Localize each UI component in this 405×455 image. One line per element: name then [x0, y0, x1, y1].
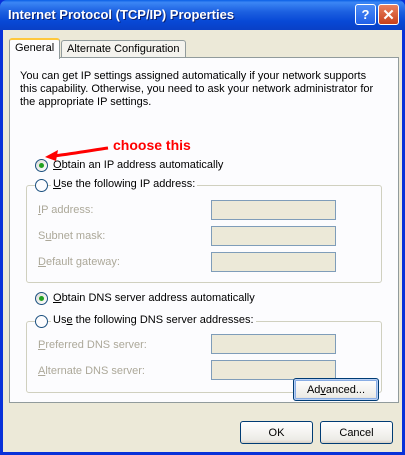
window-title: Internet Protocol (TCP/IP) Properties: [8, 7, 235, 22]
annotation-label: choose this: [113, 137, 191, 153]
preferred-dns-label: Preferred DNS server:: [38, 339, 147, 351]
use-following-ip-radio[interactable]: [35, 179, 48, 192]
dialog-client-area: General Alternate Configuration You can …: [3, 30, 402, 452]
obtain-ip-auto-label[interactable]: Obtain an IP address automatically: [53, 159, 223, 171]
help-button[interactable]: ?: [355, 4, 376, 25]
use-following-ip-label[interactable]: Use the following IP address:: [51, 178, 198, 190]
help-icon: ?: [361, 7, 370, 22]
obtain-dns-auto-radio[interactable]: [35, 292, 48, 305]
tab-general[interactable]: General: [9, 38, 61, 59]
advanced-button[interactable]: Advanced...: [293, 378, 379, 401]
advanced-button-label: Advanced...: [306, 383, 366, 396]
subnet-mask-label: Subnet mask:: [38, 230, 106, 242]
alternate-dns-label: Alternate DNS server:: [38, 365, 145, 377]
ip-address-label: IP address:: [38, 204, 94, 216]
use-following-dns-label[interactable]: Use the following DNS server addresses:: [51, 314, 256, 326]
obtain-ip-auto-radio[interactable]: [35, 159, 48, 172]
cancel-button-label: Cancel: [339, 426, 374, 439]
tab-general-label: General: [15, 42, 55, 54]
title-bar[interactable]: Internet Protocol (TCP/IP) Properties ? …: [0, 0, 405, 30]
dialog-window: Internet Protocol (TCP/IP) Properties ? …: [0, 0, 405, 455]
preferred-dns-field[interactable]: [211, 334, 336, 354]
cancel-button[interactable]: Cancel: [320, 421, 393, 444]
tab-alternate-configuration-label: Alternate Configuration: [67, 43, 180, 55]
use-following-dns-radio[interactable]: [35, 315, 48, 328]
alternate-dns-field[interactable]: [211, 360, 336, 380]
ok-button[interactable]: OK: [240, 421, 313, 444]
close-icon: ✕: [382, 6, 395, 24]
default-gateway-field[interactable]: [211, 252, 336, 272]
default-gateway-label: Default gateway:: [38, 256, 120, 268]
description-text: You can get IP settings assigned automat…: [20, 70, 374, 108]
ip-address-field[interactable]: [211, 200, 336, 220]
tab-panel-general: You can get IP settings assigned automat…: [9, 57, 399, 403]
obtain-dns-auto-label[interactable]: Obtain DNS server address automatically: [53, 292, 255, 304]
close-button[interactable]: ✕: [378, 4, 399, 25]
ok-button-label: OK: [268, 426, 285, 439]
subnet-mask-field[interactable]: [211, 226, 336, 246]
